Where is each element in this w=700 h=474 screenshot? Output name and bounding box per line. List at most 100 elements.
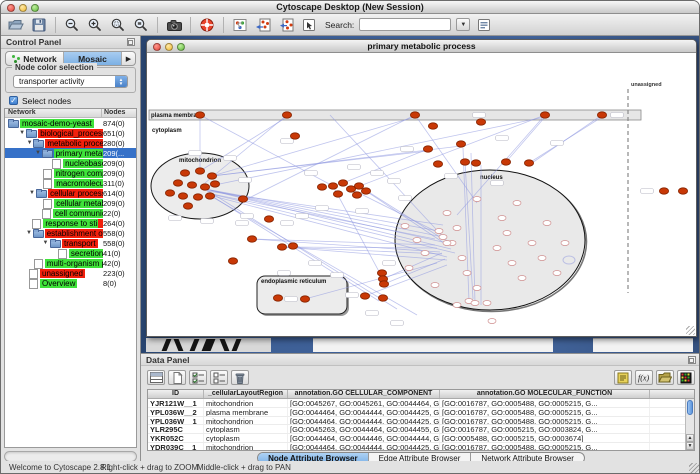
network-node[interactable] (207, 173, 216, 179)
column-header-id[interactable]: ID (148, 390, 204, 398)
network-node[interactable] (195, 112, 204, 118)
network-node[interactable] (277, 244, 286, 250)
open-file-icon[interactable] (7, 16, 25, 34)
overview-window-icon[interactable] (231, 16, 249, 34)
network-node[interactable] (379, 281, 388, 287)
column-header-molecular-function[interactable]: annotation.GO MOLECULAR_FUNCTION (440, 390, 650, 398)
network-node[interactable] (354, 183, 363, 189)
table-row[interactable]: YDR039C__1mitochondrion[GO:0044464, GO:0… (148, 443, 694, 451)
tree-item-cellular-process[interactable]: ▼cellular process614(0) (5, 188, 136, 198)
tab-overflow-button[interactable]: ▶ (122, 52, 135, 65)
network-node-unselected[interactable] (401, 224, 409, 229)
network-node[interactable] (377, 270, 386, 276)
network-window-titlebar[interactable]: primary metabolic process (147, 40, 696, 53)
network-node-unselected[interactable] (561, 241, 569, 246)
unselect-attributes-icon[interactable] (210, 370, 228, 385)
attribute-matrix-icon[interactable] (147, 370, 165, 385)
tree-column-nodes[interactable]: Nodes (102, 109, 136, 117)
network-node-unselected[interactable] (473, 197, 481, 202)
zoom-out-icon[interactable] (63, 16, 81, 34)
attribute-notes-icon[interactable] (614, 370, 632, 385)
network-node-unselected[interactable] (439, 235, 447, 240)
network-node-unselected[interactable] (413, 238, 421, 243)
network-node[interactable] (433, 161, 442, 167)
network-node-unselected[interactable] (518, 276, 526, 281)
network-node-unselected[interactable] (443, 211, 451, 216)
scroll-down-button[interactable]: ▼ (686, 442, 694, 450)
network-node[interactable] (300, 296, 309, 302)
tree-item-metabolic-process[interactable]: ▼metabolic process280(0) (5, 138, 136, 148)
vizmapper-icon[interactable] (300, 16, 318, 34)
table-scrollbar[interactable]: ▲ ▼ (685, 399, 694, 450)
network-node-unselected[interactable] (405, 266, 413, 271)
network-node-unselected[interactable] (528, 241, 536, 246)
network-node[interactable] (228, 258, 237, 264)
network-node-unselected[interactable] (538, 256, 546, 261)
network-node[interactable] (410, 112, 419, 118)
network-node[interactable] (328, 183, 337, 189)
network-window[interactable]: primary metabolic process plasma membran… (146, 39, 697, 337)
expand-arrow-icon[interactable]: ▼ (26, 140, 34, 146)
select-nodes-checkbox[interactable]: ✓ (9, 96, 18, 105)
tree-item-unassigned[interactable]: ▼unassigned223(0) (5, 268, 136, 278)
network-node[interactable] (282, 112, 291, 118)
zoom-button[interactable] (31, 4, 39, 12)
tree-item-cell-communicat[interactable]: ▼cell communicat22(0) (5, 208, 136, 218)
tree-item-overview[interactable]: ▼Overview8(0) (5, 278, 136, 288)
tree-item-secretion[interactable]: ▼secretion41(0) (5, 248, 136, 258)
zoom-fit-icon[interactable] (132, 16, 150, 34)
import-attributes-icon[interactable] (656, 370, 674, 385)
network-node[interactable] (360, 293, 369, 299)
network-node[interactable] (456, 141, 465, 147)
table-row[interactable]: YJR121W__1mitochondrion[GO:0045267, GO:0… (148, 399, 694, 408)
network-node[interactable] (288, 243, 297, 249)
tree-item-biological-process[interactable]: ▼biological_process651(0) (5, 128, 136, 138)
table-row[interactable]: YLR295Ccytoplasm[GO:0045263, GO:0044464,… (148, 425, 694, 434)
network-node[interactable] (423, 146, 432, 152)
zoom-selected-icon[interactable] (109, 16, 127, 34)
search-input[interactable] (359, 18, 451, 31)
network-node[interactable] (476, 119, 485, 125)
show-hidden-nodes-icon[interactable] (277, 16, 295, 34)
zoom-button[interactable] (177, 43, 185, 51)
network-node[interactable] (540, 112, 549, 118)
network-node-unselected[interactable] (508, 261, 516, 266)
snapshot-icon[interactable] (165, 16, 183, 34)
network-node[interactable] (173, 180, 182, 186)
network-node[interactable] (333, 191, 342, 197)
hide-selected-nodes-icon[interactable] (254, 16, 272, 34)
new-attribute-icon[interactable] (168, 370, 186, 385)
network-node-unselected[interactable] (543, 221, 551, 226)
network-node-unselected[interactable] (553, 271, 561, 276)
network-node-unselected[interactable] (443, 241, 451, 246)
network-node-unselected[interactable] (493, 246, 501, 251)
delete-attribute-icon[interactable] (231, 370, 249, 385)
network-node[interactable] (597, 112, 606, 118)
network-node[interactable] (273, 295, 282, 301)
tree-item-nitrogen-compo[interactable]: ▼nitrogen compo209(0) (5, 168, 136, 178)
network-node-unselected[interactable] (431, 283, 439, 288)
minimize-button[interactable] (165, 43, 173, 51)
table-row[interactable]: YPL036W__1mitochondrion[GO:0044464, GO:0… (148, 417, 694, 426)
network-node-unselected[interactable] (513, 201, 521, 206)
network-node[interactable] (238, 196, 247, 202)
network-node[interactable] (195, 168, 204, 174)
network-node[interactable] (180, 170, 189, 176)
network-node[interactable] (183, 203, 192, 209)
network-node[interactable] (178, 193, 187, 199)
search-dropdown-button[interactable]: ▼ (456, 18, 470, 31)
expand-arrow-icon[interactable]: ▼ (18, 130, 26, 136)
network-node-unselected[interactable] (463, 271, 471, 276)
column-header-cellular-component[interactable]: annotation.GO CELLULAR_COMPONENT (288, 390, 440, 398)
window-resize-grip[interactable] (686, 326, 695, 335)
network-node[interactable] (290, 133, 299, 139)
save-icon[interactable] (30, 16, 48, 34)
function-builder-icon[interactable]: f(x) (635, 370, 653, 385)
scrollbar-thumb[interactable] (687, 400, 693, 415)
scroll-up-button[interactable]: ▲ (686, 434, 694, 442)
help-icon[interactable] (198, 16, 216, 34)
expand-arrow-icon[interactable]: ▼ (41, 240, 50, 246)
tree-item-primary-metabo[interactable]: ▼primary metabo209(... (5, 148, 136, 158)
tree-item-macromolecule[interactable]: ▼macromolecule311(0) (5, 178, 136, 188)
node-color-dropdown[interactable]: transporter activity ▲▼ (13, 75, 128, 88)
